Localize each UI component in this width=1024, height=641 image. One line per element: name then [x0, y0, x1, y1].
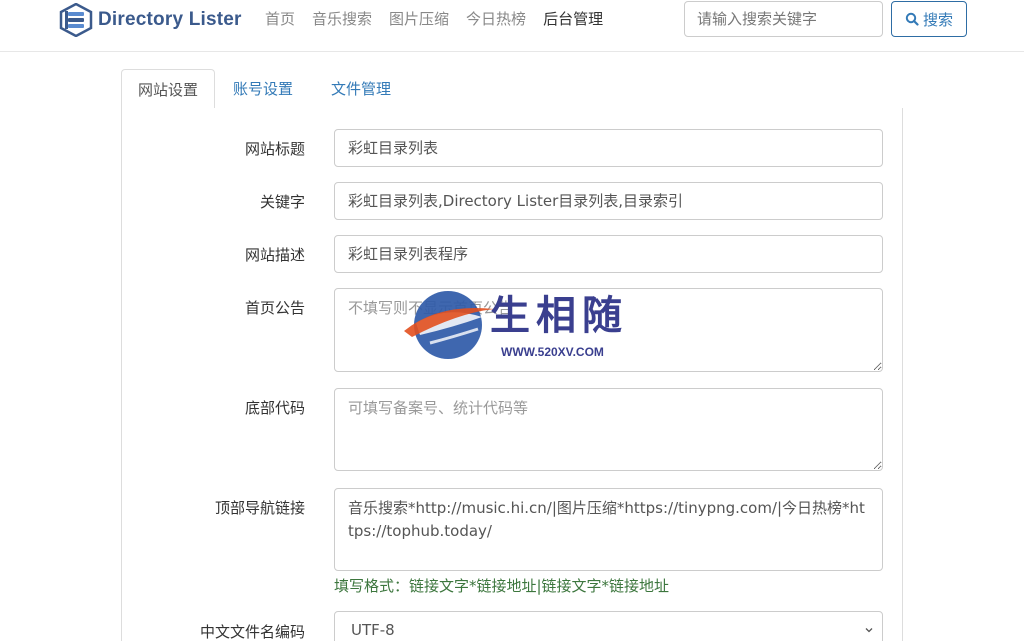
- footer-code-textarea[interactable]: [334, 388, 883, 471]
- brand[interactable]: Directory Lister: [58, 3, 242, 37]
- tab-site-settings[interactable]: 网站设置: [121, 69, 216, 110]
- settings-tabs: 网站设置 账号设置 文件管理: [121, 69, 903, 110]
- top-nav-links-textarea[interactable]: 音乐搜索*http://music.hi.cn/|图片压缩*https://ti…: [334, 488, 883, 571]
- filename-encoding-label: 中文文件名编码: [199, 623, 305, 641]
- nav-home[interactable]: 首页: [265, 8, 295, 30]
- keywords-label: 关键字: [259, 193, 305, 211]
- site-title-label: 网站标题: [244, 140, 305, 158]
- keywords-input[interactable]: 彩虹目录列表,Directory Lister目录列表,目录索引: [334, 182, 883, 220]
- nav-music-search[interactable]: 音乐搜索: [312, 8, 372, 30]
- notice-textarea[interactable]: [334, 288, 883, 372]
- search-input[interactable]: [684, 1, 883, 37]
- footer-code-label: 底部代码: [244, 399, 305, 417]
- nav-admin[interactable]: 后台管理: [543, 8, 603, 30]
- search-icon: [905, 12, 919, 26]
- tab-file-management[interactable]: 文件管理: [315, 69, 407, 109]
- chevron-down-icon: [865, 628, 873, 633]
- filename-encoding-value: UTF-8: [351, 621, 395, 639]
- tab-account-settings[interactable]: 账号设置: [217, 69, 309, 109]
- top-nav-links-help: 填写格式：链接文字*链接地址|链接文字*链接地址: [334, 577, 670, 595]
- main-nav: 首页 音乐搜索 图片压缩 今日热榜 后台管理: [265, 8, 620, 30]
- description-input[interactable]: 彩虹目录列表程序: [334, 235, 883, 273]
- description-label: 网站描述: [244, 246, 305, 264]
- brand-name: Directory Lister: [98, 9, 242, 30]
- nav-hot-today[interactable]: 今日热榜: [466, 8, 526, 30]
- site-title-input[interactable]: 彩虹目录列表: [334, 129, 883, 167]
- notice-label: 首页公告: [244, 299, 305, 317]
- nav-image-compress[interactable]: 图片压缩: [389, 8, 449, 30]
- search-button[interactable]: 搜索: [891, 1, 967, 37]
- top-navbar: Directory Lister 首页 音乐搜索 图片压缩 今日热榜 后台管理 …: [0, 0, 1024, 52]
- search-button-label: 搜索: [922, 10, 953, 29]
- directory-lister-logo-icon: [59, 3, 93, 37]
- top-nav-links-label: 顶部导航链接: [214, 499, 305, 517]
- filename-encoding-select[interactable]: UTF-8: [334, 611, 883, 641]
